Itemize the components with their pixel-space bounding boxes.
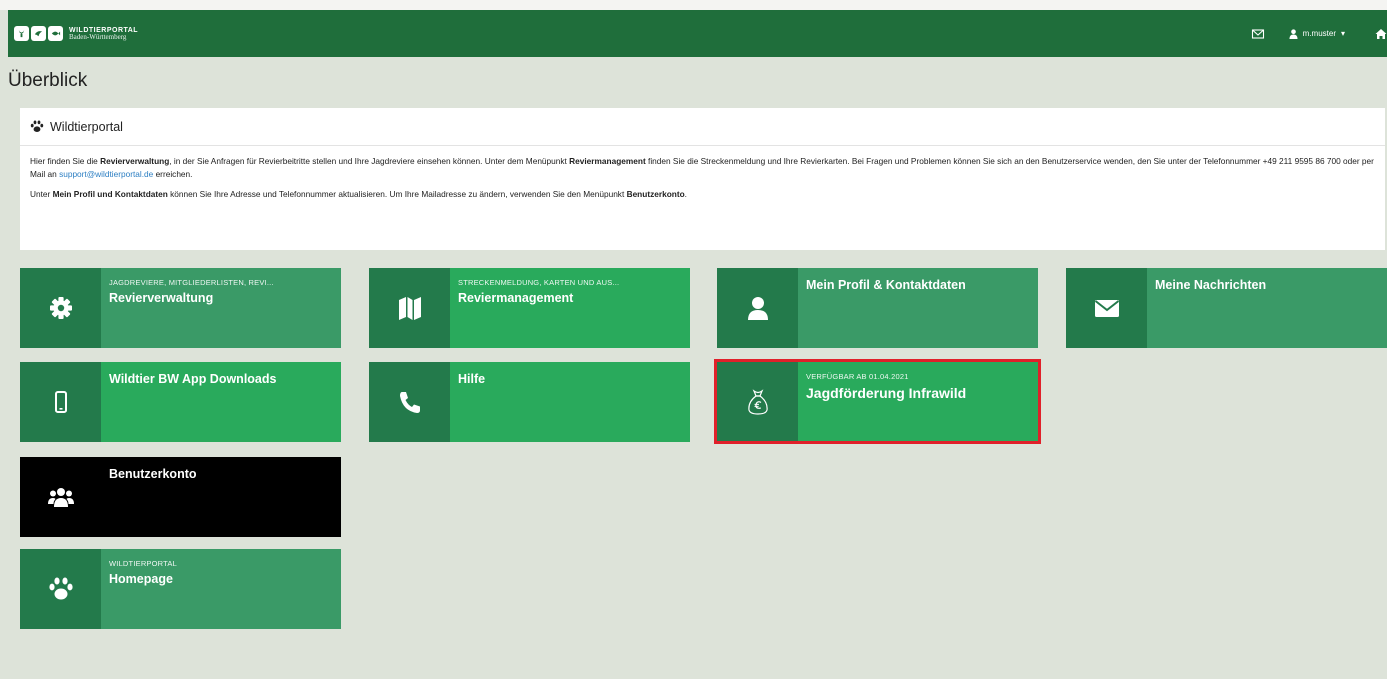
intro-panel-header: Wildtierportal: [20, 108, 1385, 146]
tile-text: Meine Nachrichten: [1147, 268, 1266, 348]
logo-fish-icon: [48, 26, 63, 41]
text-segment: , in der Sie Anfragen für Revierbeitritt…: [169, 156, 570, 166]
tile-title: Reviermanagement: [458, 291, 574, 305]
tile-wildtier-app-downloads[interactable]: Wildtier BW App Downloads: [20, 362, 341, 442]
text-segment: erreichen.: [153, 169, 193, 179]
top-navbar: WILDTIERPORTAL Baden-Württemberg m.muste…: [8, 10, 1387, 57]
tile-title: Wildtier BW App Downloads: [109, 372, 277, 386]
text-segment: .: [684, 189, 687, 199]
tile-mein-profil[interactable]: Mein Profil & Kontaktdaten: [717, 268, 1038, 348]
intro-paragraph-1: Hier finden Sie die Revierverwaltung, in…: [30, 155, 1375, 181]
window-top-bar: [0, 0, 1387, 10]
envelope-icon: [1094, 300, 1119, 317]
tile-text: Hilfe: [450, 362, 485, 442]
tile-title: Meine Nachrichten: [1155, 278, 1267, 292]
logo-bird-icon: [31, 26, 46, 41]
tile-title: Hilfe: [458, 372, 486, 386]
tile-title: Benutzerkonto: [109, 467, 197, 481]
tile-icon-box: [717, 268, 798, 348]
tile-icon-box: [20, 362, 101, 442]
intro-panel: Wildtierportal Hier finden Sie die Revie…: [20, 108, 1385, 250]
tile-icon-box: [369, 362, 450, 442]
paw-icon: [30, 120, 44, 132]
tile-title: Mein Profil & Kontaktdaten: [806, 278, 966, 292]
paw-icon: [48, 577, 73, 600]
brand-subtitle: Baden-Württemberg: [69, 32, 127, 41]
logo-deer-icon: [14, 26, 29, 41]
text-segment: können Sie Ihre Adresse und Telefonnumme…: [167, 189, 627, 199]
intro-heading: Wildtierportal: [50, 119, 123, 134]
tile-subtitle: JAGDREVIERE, MITGLIEDERLISTEN, REVI...: [109, 278, 274, 287]
tile-homepage[interactable]: WILDTIERPORTAL Homepage: [20, 549, 341, 629]
support-email-link[interactable]: support@wildtierportal.de: [59, 169, 153, 179]
tile-text: Benutzerkonto: [101, 457, 197, 537]
home-icon[interactable]: [1375, 28, 1387, 40]
user-menu-dropdown[interactable]: m.muster ▾: [1289, 28, 1345, 39]
text-segment: Unter: [30, 189, 53, 199]
map-icon: [398, 297, 421, 320]
brand[interactable]: WILDTIERPORTAL Baden-Württemberg: [69, 27, 138, 41]
intro-body: Hier finden Sie die Revierverwaltung, in…: [20, 146, 1385, 201]
user-icon: [747, 297, 768, 320]
tile-icon-box: [20, 268, 101, 348]
tile-hilfe[interactable]: Hilfe: [369, 362, 690, 442]
tile-title: Revierverwaltung: [109, 291, 214, 305]
chevron-down-icon: ▾: [1340, 29, 1345, 38]
tile-reviermanagement[interactable]: STRECKENMELDUNG, KARTEN UND AUS... Revie…: [369, 268, 690, 348]
tile-icon-box: [1066, 268, 1147, 348]
tile-subtitle: STRECKENMELDUNG, KARTEN UND AUS...: [458, 278, 620, 287]
tile-subtitle: WILDTIERPORTAL: [109, 559, 177, 568]
tile-title: Homepage: [109, 572, 173, 586]
tile-benutzerkonto[interactable]: Benutzerkonto: [20, 457, 341, 537]
user-icon: [1289, 28, 1298, 39]
mobile-phone-icon: [54, 391, 67, 413]
tile-text: STRECKENMELDUNG, KARTEN UND AUS... Revie…: [450, 268, 619, 348]
tile-text: WILDTIERPORTAL Homepage: [101, 549, 177, 629]
portal-logo[interactable]: [14, 26, 63, 41]
phone-icon: [399, 392, 420, 413]
navbar-right: m.muster ▾: [1251, 10, 1387, 57]
users-group-icon: [47, 488, 74, 507]
tile-revierverwaltung[interactable]: JAGDREVIERE, MITGLIEDERLISTEN, REVI... R…: [20, 268, 341, 348]
term-mein-profil: Mein Profil und Kontaktdaten: [52, 189, 168, 199]
highlight-frame: [714, 359, 1041, 444]
mail-icon[interactable]: [1251, 27, 1265, 41]
username: m.muster: [1302, 29, 1336, 38]
term-reviermanagement: Reviermanagement: [569, 156, 646, 166]
text-segment: Hier finden Sie die: [30, 156, 101, 166]
tile-icon-box: [20, 457, 101, 537]
tile-text: Mein Profil & Kontaktdaten: [798, 268, 966, 348]
gear-icon: [49, 297, 72, 319]
tile-text: Wildtier BW App Downloads: [101, 362, 276, 442]
tile-icon-box: [20, 549, 101, 629]
tile-icon-box: [369, 268, 450, 348]
page-title: Überblick: [8, 70, 88, 91]
tile-text: JAGDREVIERE, MITGLIEDERLISTEN, REVI... R…: [101, 268, 274, 348]
term-revierverwaltung: Revierverwaltung: [100, 156, 170, 166]
term-benutzerkonto: Benutzerkonto: [626, 189, 685, 199]
intro-paragraph-2: Unter Mein Profil und Kontaktdaten könne…: [30, 188, 1375, 201]
tile-meine-nachrichten[interactable]: Meine Nachrichten: [1066, 268, 1387, 348]
